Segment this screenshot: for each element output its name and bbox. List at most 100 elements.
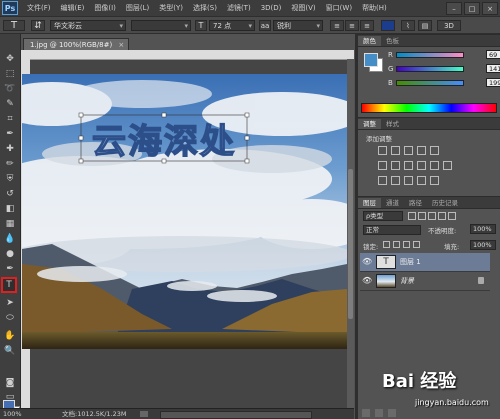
align-center-button[interactable]: ≡ [345,20,359,31]
zoom-tool-icon[interactable]: 🔍 [3,344,17,357]
menu-layer[interactable]: 图层(L) [121,3,154,13]
menu-help[interactable]: 帮助(H) [357,3,392,13]
tab-paths[interactable]: 路径 [404,198,427,208]
crop-tool-icon[interactable]: ⌗ [3,112,17,125]
quick-select-tool-icon[interactable]: ✎ [3,97,17,110]
text-color-swatch[interactable] [381,20,395,31]
channel-mixer-icon[interactable] [430,161,439,170]
lock-pixels-icon[interactable] [393,241,400,248]
menu-select[interactable]: 选择(S) [188,3,222,13]
filter-pixel-icon[interactable] [408,212,416,220]
layer-name[interactable]: 背景 [400,276,414,286]
align-right-button[interactable]: ≡ [360,20,374,31]
link-layers-icon[interactable] [362,409,370,417]
tab-adjustments[interactable]: 调整 [358,119,381,129]
hand-tool-icon[interactable]: ✋ [3,329,17,342]
menu-view[interactable]: 视图(V) [286,3,320,13]
maximize-button[interactable]: □ [464,2,480,15]
lock-transparency-icon[interactable] [383,241,390,248]
character-panel-button[interactable]: ▤ [418,20,432,31]
gradient-map-icon[interactable] [417,176,426,185]
tool-preset-picker[interactable]: T [3,20,25,31]
eraser-tool-icon[interactable]: ◧ [3,202,17,215]
pen-tool-icon[interactable]: ✒ [3,262,17,275]
menu-file[interactable]: 文件(F) [22,3,56,13]
gradient-tool-icon[interactable]: ▦ [3,217,17,230]
zoom-level[interactable]: 100% [3,409,22,419]
move-tool-icon[interactable]: ✥ [3,52,17,65]
invert-icon[interactable] [378,176,387,185]
blur-tool-icon[interactable]: 💧 [3,232,17,245]
warp-text-button[interactable]: ⌇ [401,20,415,31]
close-button[interactable]: × [482,2,498,15]
curves-icon[interactable] [404,146,413,155]
red-slider[interactable]: R 69 [388,50,500,59]
layer-row-background[interactable]: 👁 背景 [360,272,490,291]
tab-history[interactable]: 历史记录 [427,198,463,208]
path-select-tool-icon[interactable]: ➤ [3,296,17,309]
eye-icon[interactable]: 👁 [362,276,372,285]
green-slider[interactable]: G 141 [388,64,500,73]
color-lookup-icon[interactable] [443,161,452,170]
lock-position-icon[interactable] [403,241,410,248]
shape-tool-icon[interactable]: ⬭ [3,311,17,324]
layer-row-text[interactable]: 👁 T 图层 1 [360,253,490,272]
image-canvas[interactable]: 云海深处 [22,74,347,349]
lock-all-icon[interactable] [413,241,420,248]
blue-slider[interactable]: B 199 [388,78,500,87]
filter-smart-icon[interactable] [448,212,456,220]
font-style-select[interactable] [131,20,191,31]
history-brush-tool-icon[interactable]: ↺ [3,187,17,200]
menu-window[interactable]: 窗口(W) [321,3,357,13]
brush-tool-icon[interactable]: ✏ [3,157,17,170]
blue-slider-track[interactable] [396,80,464,86]
quick-mask-icon[interactable]: ◙ [3,376,17,389]
threshold-icon[interactable] [404,176,413,185]
filter-shape-icon[interactable] [438,212,446,220]
brightness-icon[interactable] [378,146,387,155]
green-value-input[interactable]: 141 [486,64,500,73]
tab-layers[interactable]: 图层 [358,198,381,208]
minimize-button[interactable]: – [446,2,462,15]
eye-icon[interactable]: 👁 [362,257,372,266]
dodge-tool-icon[interactable]: ● [3,247,17,260]
filter-type-icon[interactable] [428,212,436,220]
fill-input[interactable]: 100% [470,240,496,250]
align-left-button[interactable]: ≡ [330,20,344,31]
layer-name[interactable]: 图层 1 [400,257,421,267]
green-slider-track[interactable] [396,66,464,72]
color-spectrum-bar[interactable] [361,103,497,113]
red-slider-track[interactable] [396,52,464,58]
antialias-select[interactable]: 锐利 [273,20,323,31]
healing-tool-icon[interactable]: ✚ [3,142,17,155]
blend-mode-select[interactable]: 正常 [363,225,421,235]
tab-channels[interactable]: 通道 [381,198,404,208]
color-balance-icon[interactable] [391,161,400,170]
horizontal-scrollbar[interactable] [160,411,312,419]
hue-saturation-icon[interactable] [378,161,387,170]
posterize-icon[interactable] [391,176,400,185]
menu-type[interactable]: 类型(Y) [154,3,188,13]
menu-filter[interactable]: 滤镜(T) [222,3,256,13]
menu-image[interactable]: 图像(I) [89,3,121,13]
tab-color[interactable]: 颜色 [358,36,381,46]
layer-kind-filter[interactable]: ρ类型 [363,211,403,221]
opacity-input[interactable]: 100% [470,224,496,234]
type-tool-icon[interactable]: T [1,277,17,293]
vertical-scrollbar[interactable] [347,59,354,408]
blue-value-input[interactable]: 199 [486,78,500,87]
vibrance-icon[interactable] [430,146,439,155]
tab-styles[interactable]: 样式 [381,119,404,129]
black-white-icon[interactable] [404,161,413,170]
filter-adjust-icon[interactable] [418,212,426,220]
tab-swatches[interactable]: 色板 [381,36,404,46]
eyedropper-tool-icon[interactable]: ✒ [3,127,17,140]
levels-icon[interactable] [391,146,400,155]
3d-button[interactable]: 3D [437,20,461,31]
font-size-select[interactable]: 72 点 [209,20,255,31]
foreground-color-chip[interactable] [364,53,378,67]
menu-3d[interactable]: 3D(D) [256,4,287,12]
selective-color-icon[interactable] [430,176,439,185]
menu-edit[interactable]: 编辑(E) [56,3,90,13]
marquee-tool-icon[interactable]: ⬚ [3,67,17,80]
